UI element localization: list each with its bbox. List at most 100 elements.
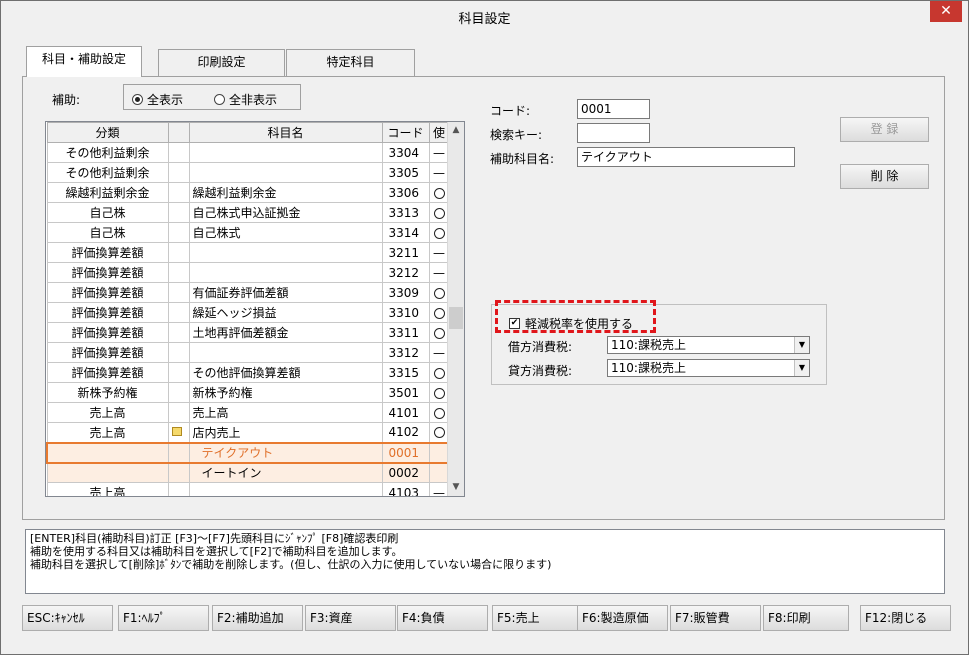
cell-category: 評価換算差額 bbox=[46, 242, 169, 263]
table-row[interactable]: 評価換算差額 土地再評価差額金 3311 bbox=[46, 322, 450, 343]
table-row[interactable]: 評価換算差額 有価証券評価差額 3309 bbox=[46, 282, 450, 303]
cell-code: 3304 bbox=[381, 142, 430, 163]
cell-category: 評価換算差額 bbox=[46, 362, 169, 383]
table-row[interactable]: 繰越利益剰余金 繰越利益剰余金 3306 bbox=[46, 182, 450, 203]
in-use-circle-icon bbox=[433, 187, 445, 199]
code-field[interactable]: 0001 bbox=[577, 99, 650, 119]
f4-liabilities-button[interactable]: F4:負債 bbox=[397, 605, 488, 631]
cell-icon bbox=[167, 441, 190, 464]
table-row[interactable]: 売上高 店内売上 4102 bbox=[46, 422, 450, 443]
table-row[interactable]: 自己株 自己株式 3314 bbox=[46, 222, 450, 243]
scroll-down-icon[interactable]: ▼ bbox=[448, 479, 464, 496]
radio-show-all-label: 全表示 bbox=[147, 93, 184, 107]
f2-add-sub-button[interactable]: F2:補助追加 bbox=[212, 605, 303, 631]
subject-grid[interactable]: 分類 科目名 コード 使 その他利益剰余 3304— その他利益剰余 3305— 繰越利… bbox=[45, 121, 465, 497]
search-key-label: 検索キー: bbox=[490, 128, 543, 142]
radio-show-all[interactable]: 全表示 bbox=[132, 91, 183, 108]
close-button[interactable]: ✕ bbox=[930, 1, 962, 22]
cell-name: 売上高 bbox=[188, 402, 383, 423]
chevron-down-icon[interactable]: ▼ bbox=[794, 360, 809, 376]
cell-name: 繰延ヘッジ損益 bbox=[188, 302, 383, 323]
table-row[interactable]: その他利益剰余 3304— bbox=[46, 142, 450, 163]
register-button[interactable]: 登 録 bbox=[840, 117, 929, 142]
f6-manufacturing-cost-button[interactable]: F6:製造原価 bbox=[577, 605, 668, 631]
chevron-down-icon[interactable]: ▼ bbox=[794, 337, 809, 353]
cell-name: イートイン bbox=[188, 462, 383, 483]
table-row[interactable]: 評価換算差額 3312— bbox=[46, 342, 450, 363]
cell-use bbox=[428, 462, 450, 483]
cell-category: 評価換算差額 bbox=[46, 282, 169, 303]
tab-print-settings[interactable]: 印刷設定 bbox=[158, 49, 285, 76]
cell-name bbox=[188, 142, 383, 163]
table-row[interactable]: 新株予約権 新株予約権 3501 bbox=[46, 382, 450, 403]
table-row[interactable]: 評価換算差額 その他評価換算差額 3315 bbox=[46, 362, 450, 383]
delete-button[interactable]: 削 除 bbox=[840, 164, 929, 189]
in-use-circle-icon bbox=[433, 367, 445, 379]
cell-use bbox=[428, 422, 450, 443]
radio-unselected-icon bbox=[214, 94, 225, 105]
table-row[interactable]: 評価換算差額 3212— bbox=[46, 262, 450, 283]
message-area: [ENTER]科目(補助科目)訂正 [F3]～[F7]先頭科目にｼﾞｬﾝﾌﾟ [… bbox=[25, 529, 945, 594]
cell-code: 3310 bbox=[381, 302, 430, 323]
f3-assets-button[interactable]: F3:資産 bbox=[305, 605, 396, 631]
filter-label: 補助: bbox=[52, 93, 81, 107]
scroll-thumb[interactable] bbox=[449, 307, 463, 329]
column-header-category[interactable]: 分類 bbox=[46, 122, 169, 143]
column-header-code[interactable]: コード bbox=[381, 122, 430, 143]
cell-icon bbox=[167, 142, 190, 163]
table-row[interactable]: テイクアウト 0001 bbox=[46, 441, 450, 464]
search-key-field[interactable] bbox=[577, 123, 650, 143]
table-row[interactable]: 売上高 4103— bbox=[46, 482, 450, 496]
f1-help-button[interactable]: F1:ﾍﾙﾌﾟ bbox=[118, 605, 209, 631]
esc-cancel-button[interactable]: ESC:ｷｬﾝｾﾙ bbox=[22, 605, 113, 631]
sub-subject-name-field[interactable]: テイクアウト bbox=[577, 147, 795, 167]
table-row[interactable]: 評価換算差額 繰延ヘッジ損益 3310 bbox=[46, 302, 450, 323]
table-row[interactable]: 売上高 売上高 4101 bbox=[46, 402, 450, 423]
f7-sga-button[interactable]: F7:販管費 bbox=[670, 605, 761, 631]
cell-code: 3305 bbox=[381, 162, 430, 183]
cell-icon bbox=[167, 262, 190, 283]
cell-code: 0001 bbox=[381, 441, 430, 464]
cell-category: 評価換算差額 bbox=[46, 262, 169, 283]
in-use-circle-icon bbox=[433, 227, 445, 239]
debit-tax-select[interactable]: 110:課税売上 ▼ bbox=[607, 336, 810, 354]
sub-subject-folder-icon[interactable] bbox=[171, 427, 182, 437]
tab-specific-subjects[interactable]: 特定科目 bbox=[286, 49, 415, 76]
cell-code: 3313 bbox=[381, 202, 430, 223]
in-use-circle-icon bbox=[433, 287, 445, 299]
tab-subject-settings[interactable]: 科目・補助設定 bbox=[26, 46, 142, 77]
credit-tax-value: 110:課税売上 bbox=[611, 361, 686, 375]
cell-code: 3211 bbox=[381, 242, 430, 263]
cell-use bbox=[428, 282, 450, 303]
column-header-name[interactable]: 科目名 bbox=[188, 122, 383, 143]
debit-tax-value: 110:課税売上 bbox=[611, 338, 686, 352]
highlight-box bbox=[495, 300, 656, 333]
grid-scrollbar[interactable]: ▲ ▼ bbox=[447, 122, 464, 496]
cell-name: 土地再評価差額金 bbox=[188, 322, 383, 343]
table-row[interactable]: その他利益剰余 3305— bbox=[46, 162, 450, 183]
cell-name: テイクアウト bbox=[188, 441, 383, 464]
in-use-circle-icon bbox=[433, 327, 445, 339]
cell-category: 新株予約権 bbox=[46, 382, 169, 403]
not-used-dash-icon: — bbox=[433, 265, 445, 280]
column-header-use[interactable]: 使 bbox=[428, 122, 450, 143]
cell-use bbox=[428, 222, 450, 243]
cell-name bbox=[188, 162, 383, 183]
cell-icon bbox=[167, 182, 190, 203]
title-bar: 科目設定 ✕ bbox=[1, 1, 968, 32]
cell-icon bbox=[167, 282, 190, 303]
table-row[interactable]: 自己株 自己株式申込証拠金 3313 bbox=[46, 202, 450, 223]
scroll-up-icon[interactable]: ▲ bbox=[448, 122, 464, 139]
cell-category: 評価換算差額 bbox=[46, 322, 169, 343]
radio-hide-all[interactable]: 全非表示 bbox=[214, 91, 277, 108]
f8-print-button[interactable]: F8:印刷 bbox=[763, 605, 849, 631]
f12-close-button[interactable]: F12:閉じる bbox=[860, 605, 951, 631]
credit-tax-select[interactable]: 110:課税売上 ▼ bbox=[607, 359, 810, 377]
cell-icon bbox=[167, 302, 190, 323]
f5-sales-button[interactable]: F5:売上 bbox=[492, 605, 583, 631]
table-row[interactable]: イートイン 0002 bbox=[46, 462, 450, 483]
cell-code: 3309 bbox=[381, 282, 430, 303]
cell-name bbox=[188, 262, 383, 283]
cell-name: 自己株式 bbox=[188, 222, 383, 243]
table-row[interactable]: 評価換算差額 3211— bbox=[46, 242, 450, 263]
